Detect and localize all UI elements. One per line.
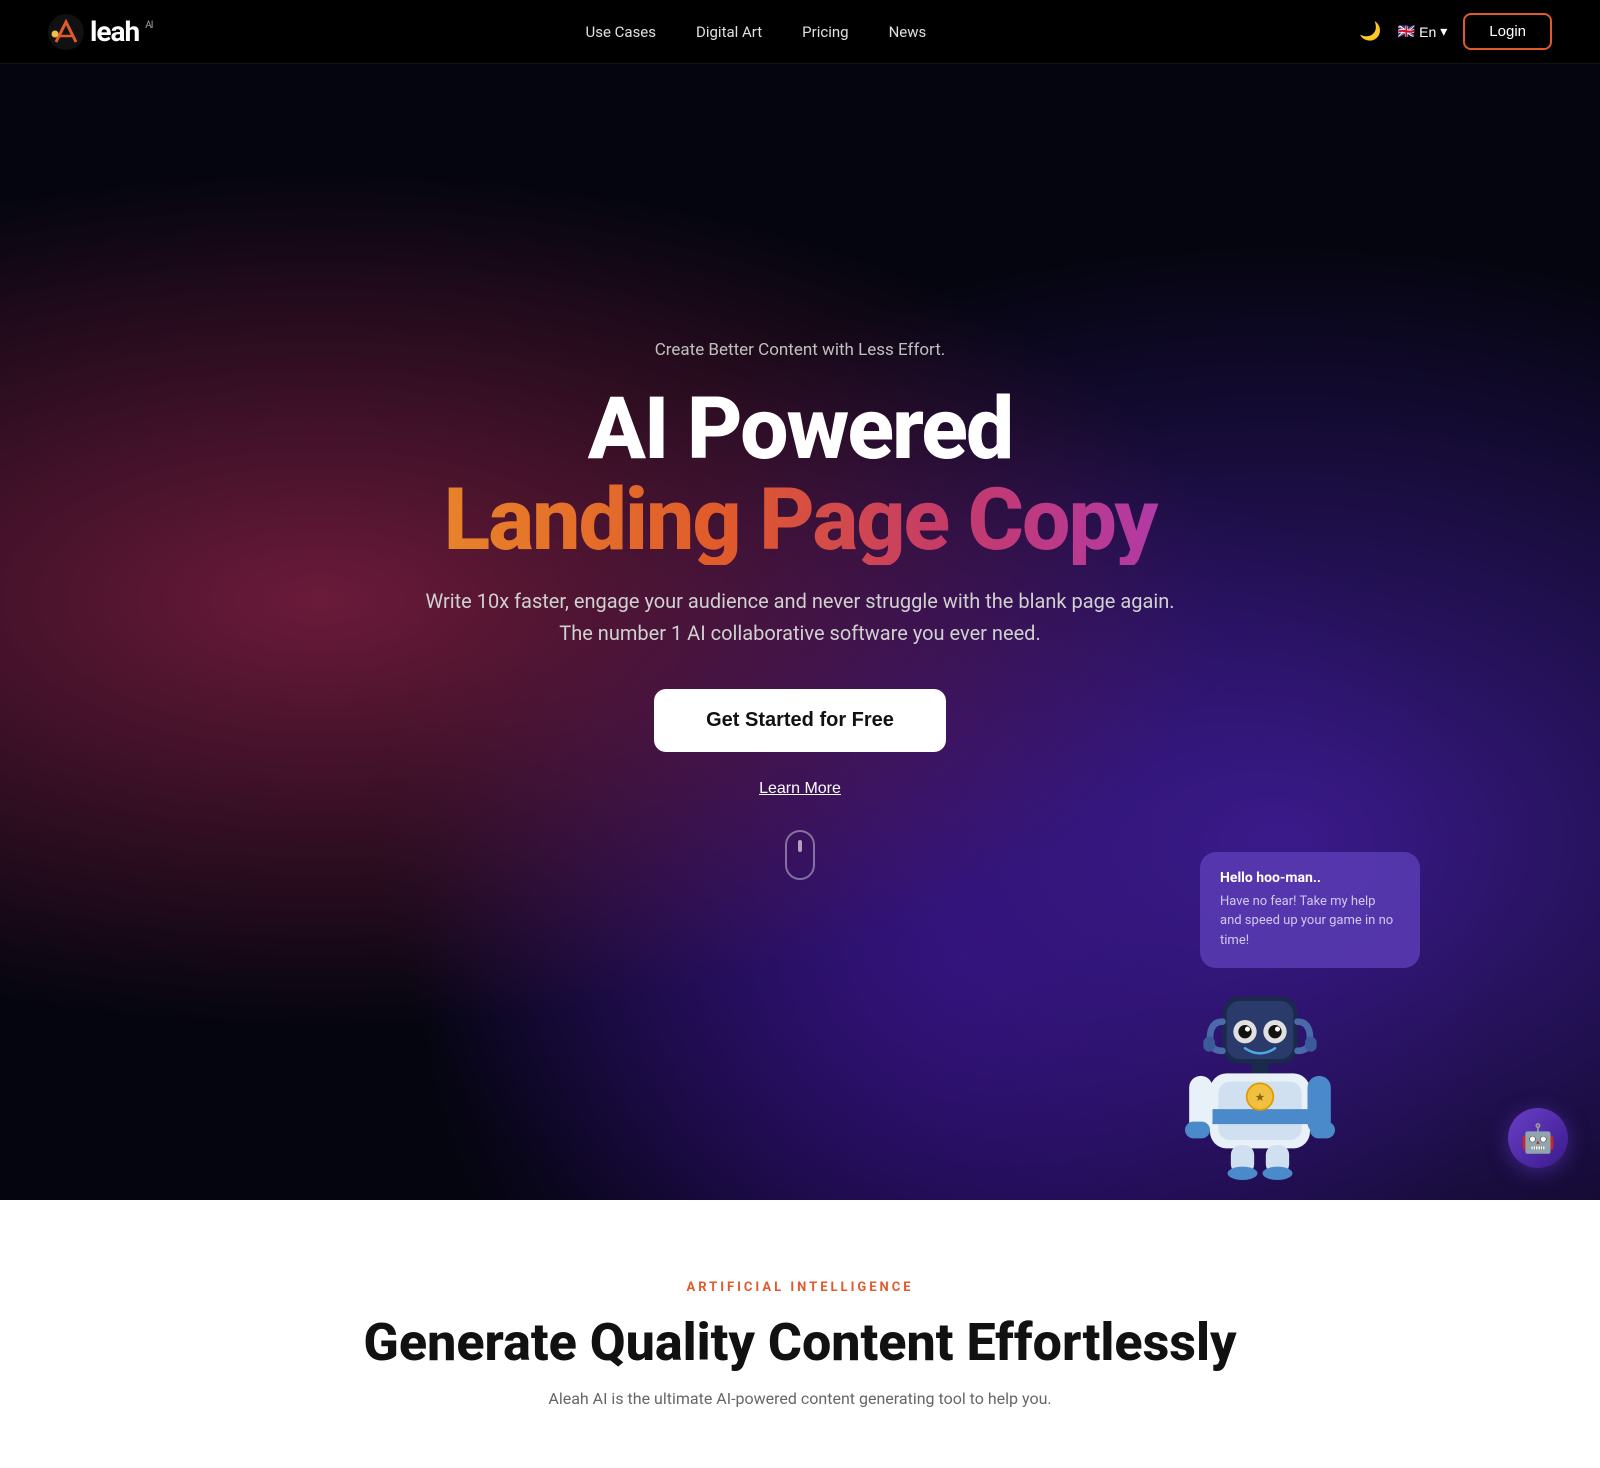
- hero-content: Create Better Content with Less Effort. …: [425, 340, 1174, 880]
- nav-news[interactable]: News: [889, 23, 927, 41]
- lower-section: ARTIFICIAL INTELLIGENCE Generate Quality…: [0, 1200, 1600, 1468]
- hero-tagline: Create Better Content with Less Effort.: [425, 340, 1174, 360]
- hero-title-gradient: Landing Page Copy: [425, 475, 1174, 565]
- chevron-down-icon: ▾: [1440, 23, 1447, 40]
- chat-bubble-title: Hello hoo-man..: [1220, 870, 1400, 886]
- nav-right: 🌙 🇬🇧 En ▾ Login: [1359, 13, 1552, 50]
- dark-mode-toggle[interactable]: 🌙: [1359, 21, 1381, 42]
- language-selector[interactable]: 🇬🇧 En ▾: [1398, 23, 1448, 40]
- nav-links: Use Cases Digital Art Pricing News: [586, 22, 927, 41]
- nav-use-cases[interactable]: Use Cases: [586, 23, 657, 41]
- logo-ai-badge: AI: [145, 20, 152, 31]
- get-started-button[interactable]: Get Started for Free: [654, 689, 946, 752]
- hero-section: Create Better Content with Less Effort. …: [0, 0, 1600, 1200]
- ai-section-label: ARTIFICIAL INTELLIGENCE: [40, 1280, 1560, 1295]
- hero-subtitle: Write 10x faster, engage your audience a…: [425, 585, 1174, 649]
- flag-icon: 🇬🇧: [1398, 23, 1415, 40]
- hero-title-white: AI Powered: [425, 384, 1174, 474]
- chat-bubble-text: Have no fear! Take my help and speed up …: [1220, 892, 1400, 951]
- chatbot-button[interactable]: 🤖: [1508, 1108, 1568, 1168]
- chatbot-icon: 🤖: [1521, 1122, 1556, 1155]
- nav-pricing[interactable]: Pricing: [802, 23, 848, 41]
- svg-text:★: ★: [1255, 1090, 1265, 1104]
- lower-subtitle: Aleah AI is the ultimate AI-powered cont…: [40, 1389, 1560, 1408]
- moon-icon: 🌙: [1359, 21, 1381, 42]
- robot-illustration: ★: [1160, 980, 1360, 1180]
- nav-digital-art[interactable]: Digital Art: [696, 23, 762, 41]
- login-button[interactable]: Login: [1463, 13, 1552, 50]
- chat-bubble: Hello hoo-man.. Have no fear! Take my he…: [1200, 852, 1420, 969]
- hero-subtitle-line1: Write 10x faster, engage your audience a…: [425, 589, 1174, 613]
- logo[interactable]: leah AI: [48, 14, 152, 50]
- learn-more-link[interactable]: Learn More: [759, 780, 841, 798]
- logo-text: leah: [90, 15, 139, 48]
- scroll-indicator: [785, 830, 815, 880]
- lang-label: En: [1419, 24, 1436, 40]
- navbar: leah AI Use Cases Digital Art Pricing Ne…: [0, 0, 1600, 64]
- robot-container: Hello hoo-man.. Have no fear! Take my he…: [1140, 852, 1420, 1181]
- hero-subtitle-line2: The number 1 AI collaborative software y…: [559, 621, 1040, 645]
- lower-title: Generate Quality Content Effortlessly: [40, 1313, 1560, 1373]
